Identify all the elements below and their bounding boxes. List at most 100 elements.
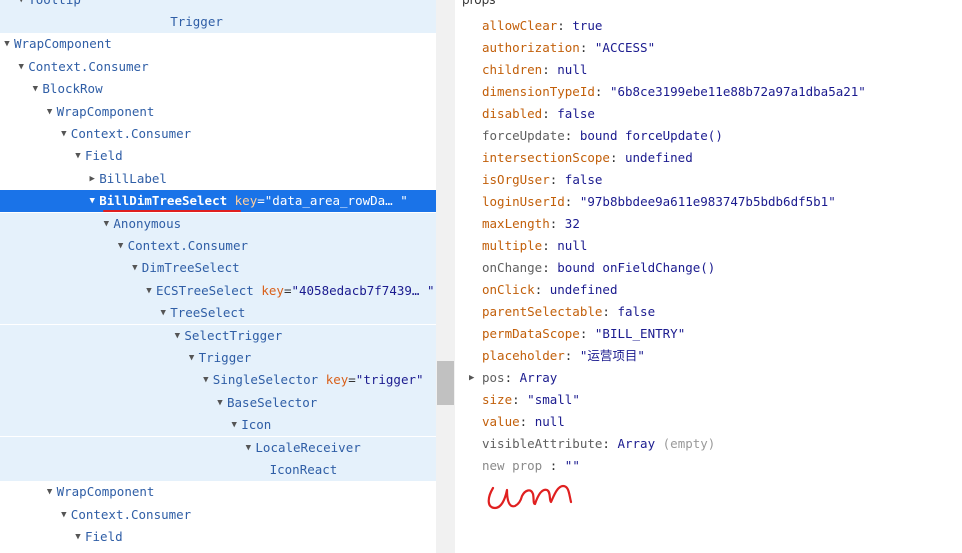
prop-value[interactable]: "97b8bbdee9a611e983747b5bdb6df5b1" (580, 194, 836, 209)
expand-caret-icon[interactable]: ▶ (469, 367, 474, 389)
prop-row[interactable]: visibleAttribute: Array (empty) (482, 433, 715, 455)
component-name: BaseSelector (227, 394, 318, 410)
collapse-caret-icon[interactable]: ▼ (227, 414, 241, 436)
tree-row[interactable]: ▼ WrapComponent (0, 101, 436, 123)
tree-row[interactable]: ▼ BaseSelector (0, 391, 436, 415)
prop-value[interactable]: bound forceUpdate() (580, 128, 723, 143)
tree-scrollbar[interactable] (436, 0, 455, 553)
collapse-caret-icon[interactable]: ▼ (185, 347, 199, 369)
collapse-caret-icon[interactable]: ▼ (0, 33, 14, 55)
prop-row[interactable]: maxLength: 32 (482, 213, 580, 235)
tree-row[interactable]: ▼ Trigger (0, 346, 436, 370)
prop-row[interactable]: dimensionTypeId: "6b8ce3199ebe11e88b72a9… (482, 81, 866, 103)
prop-value[interactable]: false (557, 106, 595, 121)
prop-value[interactable]: "6b8ce3199ebe11e88b72a97a1dba5a21" (610, 84, 866, 99)
tree-row[interactable]: ▼ SingleSelector key="trigger" (0, 369, 436, 392)
tree-row[interactable]: Trigger (0, 10, 436, 34)
tree-row[interactable]: ▼ Context.Consumer (0, 504, 436, 526)
collapse-caret-icon[interactable]: ▼ (43, 481, 57, 503)
prop-row[interactable]: authorization: "ACCESS" (482, 37, 655, 59)
prop-row[interactable]: isOrgUser: false (482, 169, 602, 191)
prop-row[interactable]: ▶ pos: Array (469, 367, 558, 389)
prop-row[interactable]: forceUpdate: bound forceUpdate() (482, 125, 723, 147)
new-prop-input[interactable]: new prop (482, 458, 542, 473)
tree-row[interactable]: ▼ Context.Consumer (0, 234, 436, 258)
tree-row[interactable]: ▼ SelectTrigger (0, 324, 436, 347)
tree-row[interactable]: ▼ WrapComponent (0, 481, 436, 503)
tree-row[interactable]: ▼ Context.Consumer (0, 123, 436, 145)
component-name: WrapComponent (14, 36, 112, 52)
tree-row[interactable]: ▼ Field (0, 145, 436, 167)
prop-value[interactable]: false (565, 172, 603, 187)
prop-value[interactable]: "BILL_ENTRY" (595, 326, 685, 341)
prop-row[interactable]: parentSelectable: false (482, 301, 655, 323)
collapse-caret-icon[interactable]: ▼ (28, 78, 42, 100)
tree-row[interactable]: ▼ TreeSelect (0, 302, 436, 325)
prop-value[interactable]: Array (617, 436, 655, 451)
key-attribute-value: "data_area_rowDa… " (264, 193, 408, 209)
tree-row[interactable]: ▼ Icon (0, 414, 436, 437)
prop-value[interactable]: "ACCESS" (595, 40, 655, 55)
tree-row[interactable]: ▼ DimTreeSelect (0, 257, 436, 280)
collapse-caret-icon[interactable]: ▼ (14, 0, 28, 11)
collapse-caret-icon[interactable]: ▼ (14, 56, 28, 78)
prop-row[interactable]: loginUserId: "97b8bbdee9a611e983747b5bdb… (482, 191, 836, 213)
tree-row[interactable]: ▼ Anonymous (0, 212, 436, 235)
new-prop-row[interactable]: new prop : "" (482, 455, 580, 477)
tree-row[interactable]: ▼Tooltip (0, 0, 436, 11)
prop-value[interactable]: false (617, 304, 655, 319)
tree-row[interactable]: ▼ BlockRow (0, 78, 436, 100)
prop-value[interactable]: "small" (527, 392, 580, 407)
tree-row[interactable]: ▼ Field (0, 526, 436, 548)
collapse-caret-icon[interactable]: ▼ (71, 145, 85, 167)
prop-row[interactable]: intersectionScope: undefined (482, 147, 693, 169)
component-name: Context.Consumer (127, 237, 249, 253)
prop-value[interactable]: bound onFieldChange() (557, 260, 715, 275)
collapse-caret-icon[interactable]: ▼ (71, 526, 85, 548)
prop-row[interactable]: children: null (482, 59, 587, 81)
collapse-caret-icon[interactable]: ▼ (85, 190, 99, 212)
expand-caret-icon[interactable]: ▶ (85, 168, 99, 190)
tree-row[interactable]: ▼ LocaleReceiver (0, 436, 436, 459)
prop-value[interactable]: 32 (565, 216, 580, 231)
prop-value[interactable]: null (557, 62, 587, 77)
collapse-caret-icon[interactable]: ▼ (241, 437, 255, 459)
prop-value[interactable]: null (557, 238, 587, 253)
prop-value[interactable]: "运营项目" (580, 348, 645, 363)
collapse-caret-icon[interactable]: ▼ (142, 280, 156, 302)
scrollbar-thumb[interactable] (437, 361, 454, 405)
collapse-caret-icon[interactable]: ▼ (170, 325, 184, 347)
prop-row[interactable]: multiple: null (482, 235, 587, 257)
prop-row[interactable]: disabled: false (482, 103, 595, 125)
prop-row[interactable]: onChange: bound onFieldChange() (482, 257, 715, 279)
new-prop-value[interactable]: "" (565, 458, 580, 473)
tree-row[interactable]: ▼ WrapComponent (0, 33, 436, 55)
prop-row[interactable]: allowClear: true (482, 15, 602, 37)
prop-value[interactable]: undefined (625, 150, 693, 165)
collapse-caret-icon[interactable]: ▼ (57, 504, 71, 526)
prop-row[interactable]: value: null (482, 411, 565, 433)
prop-row[interactable]: permDataScope: "BILL_ENTRY" (482, 323, 685, 345)
prop-value[interactable]: null (535, 414, 565, 429)
collapse-caret-icon[interactable]: ▼ (57, 123, 71, 145)
collapse-caret-icon[interactable]: ▼ (199, 369, 213, 391)
collapse-caret-icon[interactable]: ▼ (128, 257, 142, 279)
component-name: BlockRow (42, 81, 103, 97)
prop-value[interactable]: Array (520, 370, 558, 385)
key-attribute-value: "4058edacb7f7439… " (291, 282, 435, 298)
tree-row[interactable]: IconReact (0, 458, 436, 482)
prop-row[interactable]: placeholder: "运营项目" (482, 345, 645, 367)
collapse-caret-icon[interactable]: ▼ (43, 101, 57, 123)
tree-row[interactable]: ▶ BillLabel (0, 168, 436, 190)
collapse-caret-icon[interactable]: ▼ (213, 392, 227, 414)
tree-row[interactable]: ▼ Context.Consumer (0, 56, 436, 78)
collapse-caret-icon[interactable]: ▼ (99, 213, 113, 235)
tree-row[interactable]: ▼ ECSTreeSelect key="4058edacb7f7439… " (0, 279, 436, 303)
prop-row[interactable]: onClick: undefined (482, 279, 617, 301)
prop-row[interactable]: size: "small" (482, 389, 580, 411)
prop-colon: : (579, 40, 595, 55)
collapse-caret-icon[interactable]: ▼ (156, 302, 170, 324)
prop-value[interactable]: true (572, 18, 602, 33)
prop-value[interactable]: undefined (550, 282, 618, 297)
collapse-caret-icon[interactable]: ▼ (114, 235, 128, 257)
